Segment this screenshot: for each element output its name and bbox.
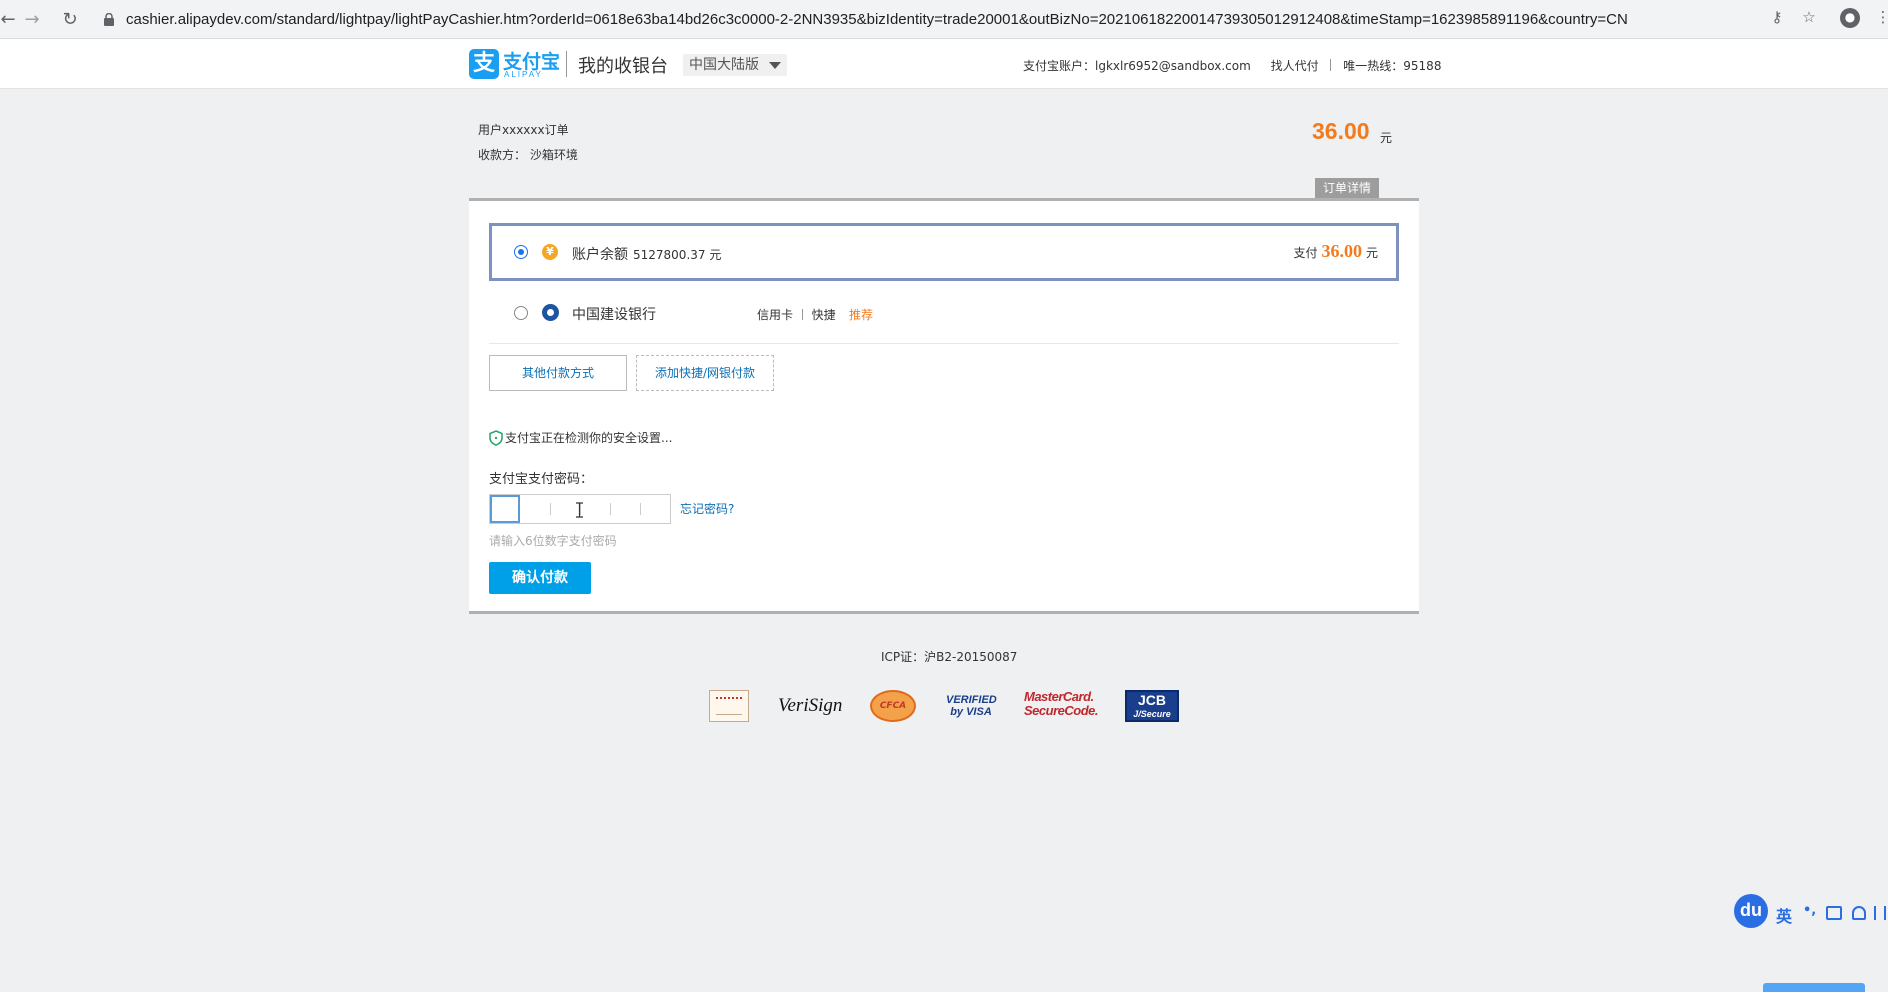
order-amount: 36.00 (1312, 118, 1370, 144)
ime-logo-icon[interactable]: du (1734, 894, 1768, 928)
icp-license: ICP证：沪B2-20150087 (881, 650, 1018, 664)
pay-prefix: 支付 (1293, 246, 1318, 260)
ime-grid-icon[interactable] (1874, 906, 1886, 920)
password-cell-divider (550, 503, 551, 515)
yuan-icon: ¥ (542, 244, 558, 260)
visa-line2: by VISA (950, 706, 992, 718)
header-account-info: 支付宝账户：lgkxlr6952@sandbox.com 找人代付 唯一热线：9… (1023, 57, 1441, 74)
trust-badge-icon[interactable] (709, 690, 749, 722)
mastercard-securecode-logo[interactable]: MasterCard. SecureCode. (1024, 689, 1098, 722)
order-detail-tab[interactable]: 订单详情 (1315, 178, 1379, 199)
cfca-logo[interactable]: CFCA (870, 690, 916, 722)
add-payment-button[interactable]: 添加快捷/网银付款 (636, 355, 774, 391)
jcb-jsecure-logo[interactable]: JCB J/Secure (1125, 690, 1179, 722)
proxy-pay-link[interactable]: 找人代付 (1271, 57, 1319, 74)
star-icon[interactable]: ☆ (1800, 8, 1818, 26)
key-icon[interactable]: ⚷ (1768, 8, 1786, 26)
recommend-tag: 推荐 (849, 308, 874, 322)
reload-icon[interactable]: ↻ (58, 8, 82, 32)
ime-punct-toggle[interactable]: •, (1803, 903, 1816, 918)
lock-icon (104, 13, 114, 26)
ime-status-bar[interactable] (1763, 983, 1865, 992)
jcb-line2: J/Secure (1133, 709, 1171, 719)
bank-mode-label: 快捷 (811, 308, 836, 322)
password-label: 支付宝支付密码： (489, 472, 594, 487)
profile-icon[interactable]: ● (1840, 8, 1860, 28)
pay-amount-summary: 支付 36.00 元 (1293, 241, 1378, 262)
mc-line2: SecureCode. (1024, 703, 1098, 718)
payee-label: 收款方： 沙箱环境 (478, 148, 578, 162)
url-text: cashier.alipaydev.com/standard/lightpay/… (126, 11, 1628, 28)
alipay-logo-icon: 支 (469, 49, 499, 79)
region-label: 中国大陆版 (689, 57, 759, 73)
balance-payment-option[interactable]: ¥ 账户余额 5127800.37 元 支付 36.00 元 (489, 223, 1399, 281)
password-cell-active[interactable] (490, 495, 520, 523)
browser-toolbar: ← → ↻ cashier.alipaydev.com/standard/lig… (0, 0, 1888, 39)
verified-by-visa-logo[interactable]: VERIFIED by VISA (946, 690, 997, 722)
logo-divider (566, 51, 567, 77)
bank-name: 中国建设银行 (572, 307, 656, 323)
ime-keyboard-icon[interactable] (1826, 906, 1842, 920)
forward-icon[interactable]: → (20, 8, 44, 32)
password-cell-divider (640, 503, 641, 515)
visa-line1: VERIFIED (946, 694, 997, 706)
bank-radio[interactable] (514, 306, 528, 320)
confirm-payment-button[interactable]: 确认付款 (489, 562, 591, 594)
site-header: 支 支付宝 ALIPAY 我的收银台 中国大陆版 支付宝账户：lgkxlr695… (0, 39, 1888, 89)
menu-icon[interactable]: ⋮ (1874, 8, 1888, 26)
mc-line1: MasterCard. (1024, 689, 1094, 704)
pay-unit: 元 (1365, 246, 1378, 260)
shield-icon (489, 430, 503, 446)
header-divider (1330, 59, 1332, 71)
back-icon[interactable]: ← (0, 8, 20, 32)
ime-user-icon[interactable] (1852, 906, 1866, 920)
other-methods-button[interactable]: 其他付款方式 (489, 355, 627, 391)
balance-radio[interactable] (514, 245, 528, 259)
alipay-logo-sub: ALIPAY (504, 70, 543, 79)
order-amount-unit: 元 (1380, 131, 1393, 145)
bank-type-divider (801, 309, 803, 320)
verisign-logo[interactable]: VeriSign (778, 690, 842, 722)
ccb-bank-icon (542, 304, 559, 321)
bank-payment-option[interactable]: 中国建设银行 信用卡 快捷 推荐 (489, 284, 1399, 344)
forgot-password-link[interactable]: 忘记密码? (680, 500, 734, 517)
address-bar[interactable]: cashier.alipaydev.com/standard/lightpay/… (92, 5, 1862, 35)
region-select[interactable]: 中国大陆版 (683, 54, 787, 76)
text-cursor-icon (576, 502, 583, 518)
jcb-line1: JCB (1137, 692, 1166, 708)
balance-value: 5127800.37 元 (633, 248, 722, 262)
ime-lang-toggle[interactable]: 英 (1776, 903, 1792, 927)
security-check-text: 支付宝正在检测你的安全设置... (505, 431, 673, 445)
order-title: 用户xxxxxx订单 (478, 123, 569, 137)
balance-label: 账户余额 (572, 247, 628, 263)
bank-card-type: 信用卡 快捷 (757, 306, 836, 323)
cashier-title: 我的收银台 (578, 56, 668, 77)
password-input[interactable] (489, 494, 671, 524)
account-label: 支付宝账户：lgkxlr6952@sandbox.com (1023, 59, 1251, 73)
password-hint: 请输入6位数字支付密码 (489, 534, 617, 548)
payment-panel: ¥ 账户余额 5127800.37 元 支付 36.00 元 中国建设银行 信用卡 … (469, 198, 1419, 614)
bank-type-label: 信用卡 (757, 308, 794, 322)
chevron-down-icon (769, 62, 781, 69)
hotline-text: 唯一热线：95188 (1343, 59, 1442, 73)
pay-amount-value: 36.00 (1321, 241, 1362, 261)
trust-badge-inner (716, 697, 742, 715)
security-check-status: 支付宝正在检测你的安全设置... (489, 429, 672, 446)
password-cell-divider (610, 503, 611, 515)
